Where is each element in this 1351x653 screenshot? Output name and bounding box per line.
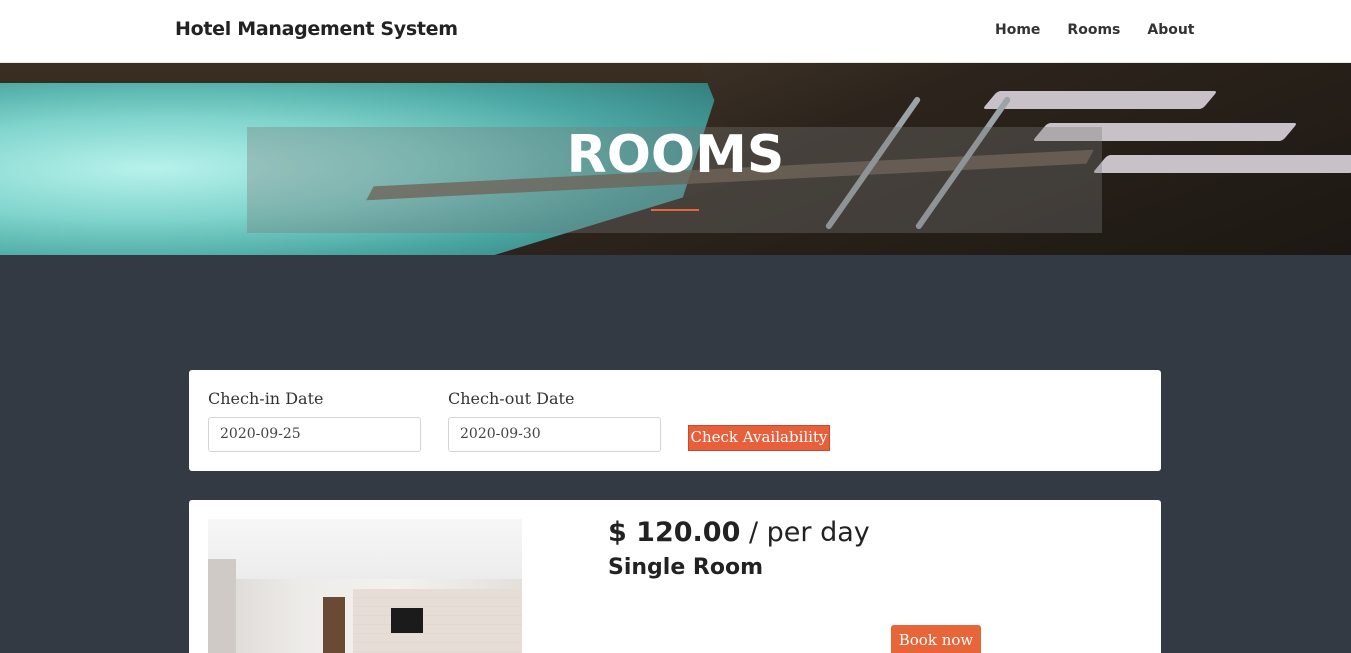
page-title-text: ROOMS — [566, 125, 785, 185]
brand-link[interactable]: Hotel Management System — [175, 18, 458, 40]
checkin-date-input[interactable]: 2020-09-25 — [208, 417, 421, 452]
hero-lounger — [982, 91, 1218, 109]
checkout-date-input[interactable]: 2020-09-30 — [448, 417, 661, 452]
room-image-side-wall — [208, 559, 236, 653]
room-name: Single Room — [608, 555, 764, 580]
navbar: Hotel Management System Home Rooms About — [0, 0, 1351, 63]
availability-form: Chech-in Date 2020-09-25 Chech-out Date … — [189, 370, 1161, 471]
room-image — [208, 519, 522, 653]
room-price: $ 120.00 / per day — [608, 517, 870, 548]
room-card: $ 120.00 / per day Single Room Book now — [189, 500, 1161, 653]
room-image-panel — [353, 589, 522, 653]
checkin-label: Chech-in Date — [208, 389, 324, 408]
room-image-tv — [391, 608, 423, 633]
room-price-suffix: / per day — [748, 517, 870, 548]
nav-link-home[interactable]: Home — [995, 22, 1040, 38]
room-image-door — [323, 597, 345, 653]
room-price-amount: $ 120.00 — [608, 517, 741, 548]
nav-link-about[interactable]: About — [1147, 22, 1194, 38]
check-availability-button[interactable]: Check Availability — [688, 425, 830, 451]
nav-links: Home Rooms About — [995, 22, 1195, 38]
page-title: ROOMS — [0, 123, 1351, 187]
checkout-label: Chech-out Date — [448, 389, 575, 408]
title-underline — [651, 209, 699, 211]
room-image-ceiling — [208, 519, 522, 579]
nav-link-rooms[interactable]: Rooms — [1067, 22, 1120, 38]
book-now-button[interactable]: Book now — [891, 625, 981, 653]
